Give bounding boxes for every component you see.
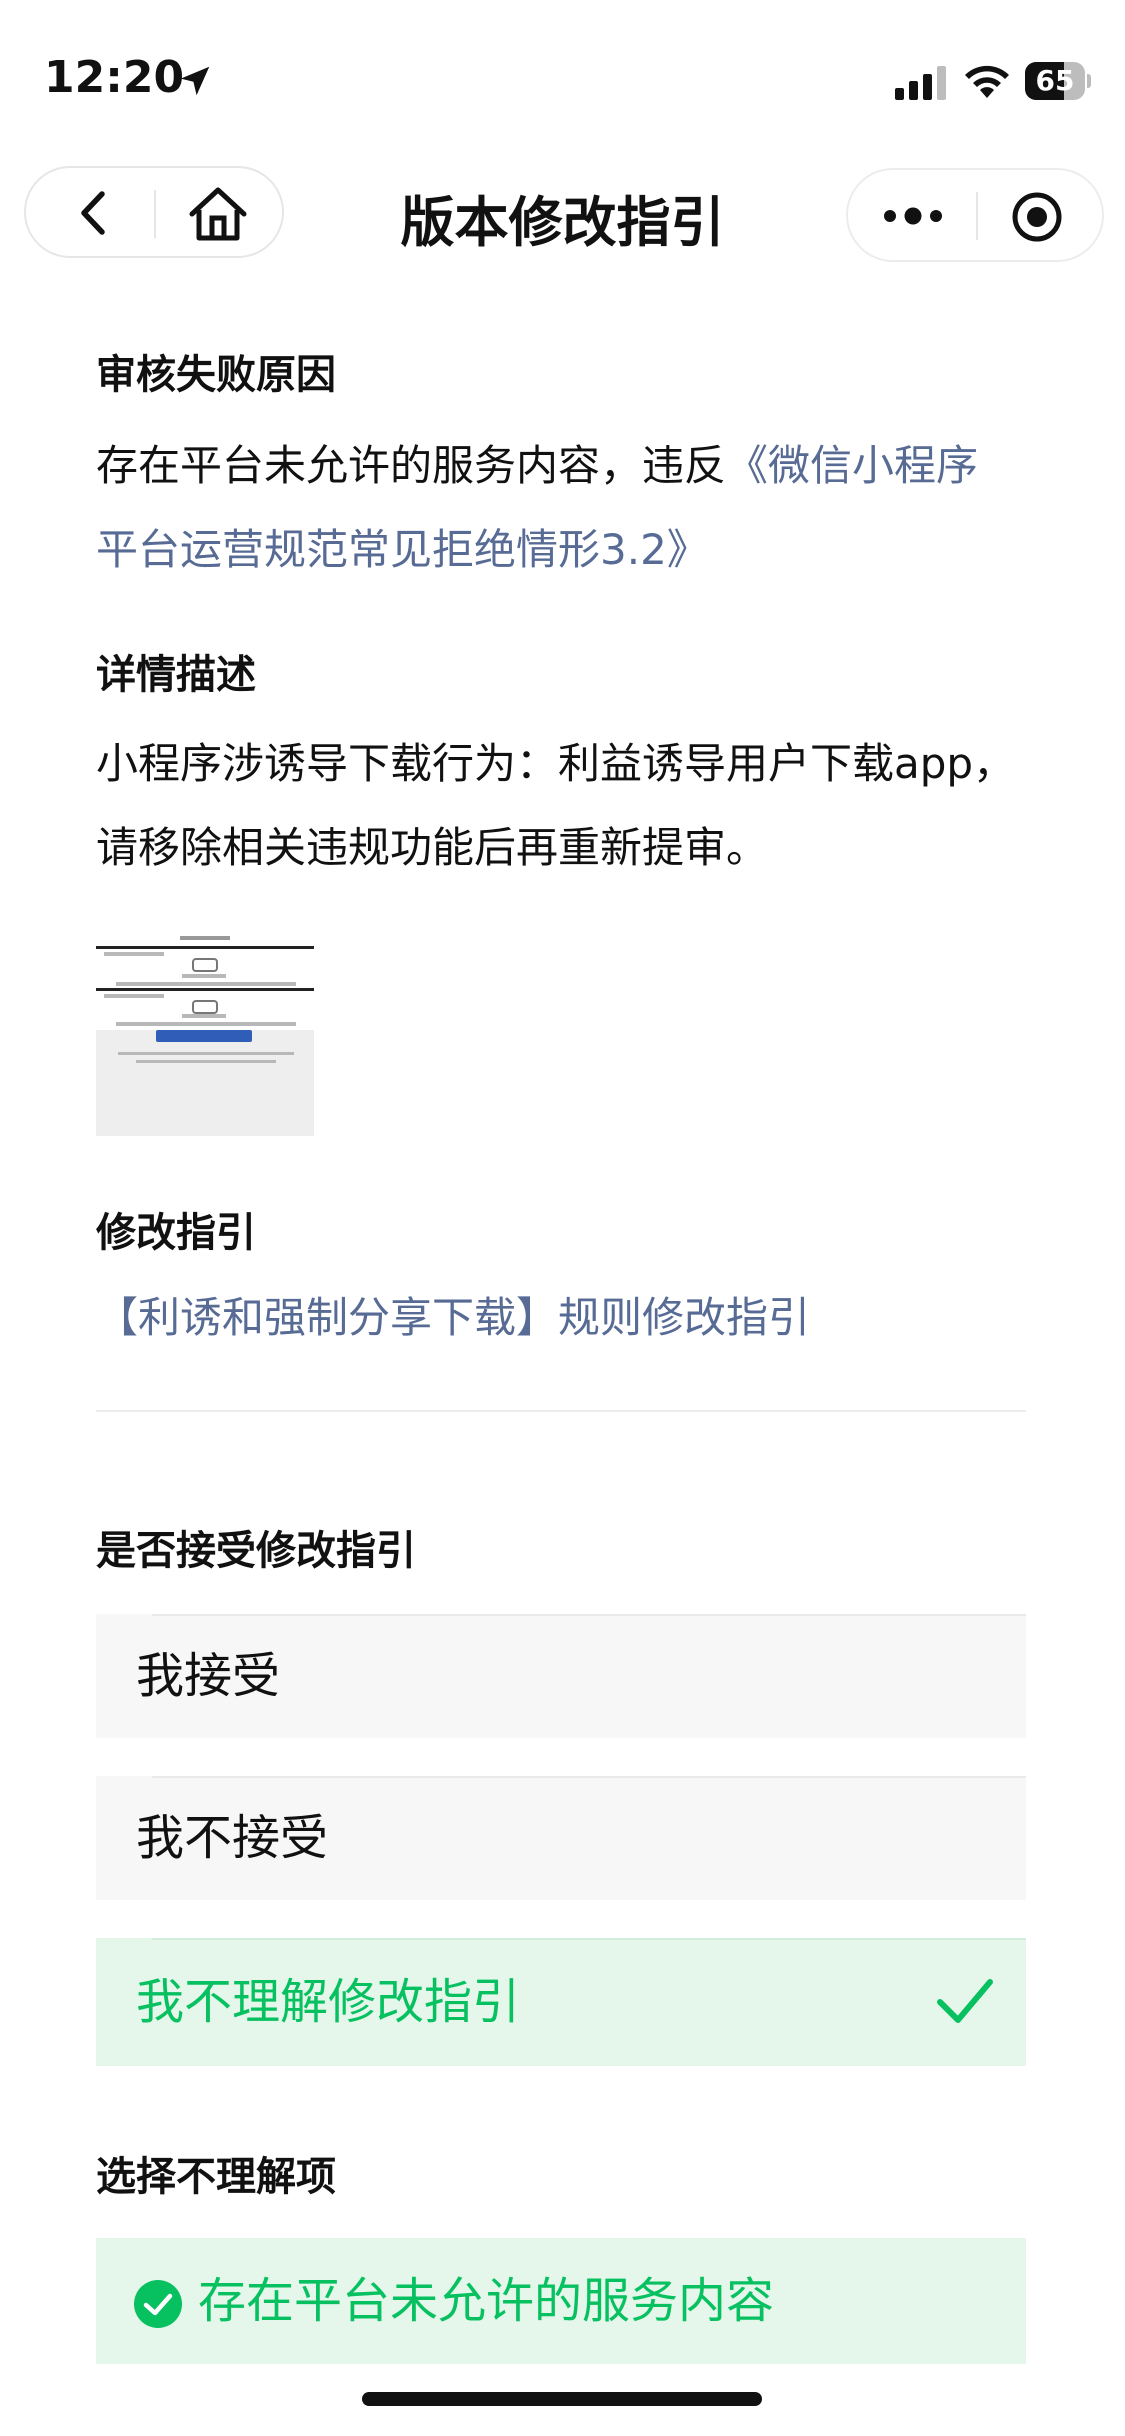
- home-indicator: [362, 2392, 762, 2406]
- option-label: 我接受: [136, 1648, 281, 1704]
- detail-text-line2: 请移除相关违规功能后再重新提审。: [96, 823, 769, 872]
- evidence-screenshot-thumbnail[interactable]: [96, 930, 314, 1136]
- battery-indicator: 65: [1025, 62, 1091, 100]
- wifi-icon: [965, 65, 1009, 98]
- not-understand-item[interactable]: 存在平台未允许的服务内容: [96, 2238, 1026, 2364]
- reason-heading: 审核失败原因: [96, 352, 336, 398]
- rule-link-continued[interactable]: 平台运营规范常见拒绝情形3.2》: [96, 525, 709, 574]
- option-label: 我不接受: [136, 1810, 329, 1866]
- detail-text-line1: 小程序涉诱导下载行为：利益诱导用户下载app，: [96, 739, 1016, 788]
- location-arrow-icon: [180, 66, 210, 96]
- battery-percentage: 65: [1035, 64, 1075, 97]
- check-icon: [937, 1979, 993, 2023]
- check-circle-icon: [134, 2280, 182, 2328]
- record-icon[interactable]: [1010, 190, 1064, 244]
- cellular-signal-icon: [895, 66, 946, 100]
- accept-heading: 是否接受修改指引: [96, 1528, 416, 1574]
- guide-link-text[interactable]: 【利诱和强制分享下载】规则修改指引: [96, 1293, 810, 1342]
- reason-text-plain: 存在平台未允许的服务内容，违反: [96, 441, 727, 490]
- not-understand-item-label: 存在平台未允许的服务内容: [198, 2273, 775, 2329]
- option-not-understand[interactable]: 我不理解修改指引: [96, 1938, 1026, 2066]
- detail-heading: 详情描述: [96, 652, 256, 698]
- not-understand-heading: 选择不理解项: [96, 2154, 336, 2200]
- reason-text: 存在平台未允许的服务内容，违反《微信小程序 平台运营规范常见拒绝情形3.2》: [96, 424, 1036, 592]
- divider: [96, 1410, 1026, 1412]
- option-accept[interactable]: 我接受: [96, 1614, 1026, 1738]
- status-time: 12:20: [44, 52, 185, 103]
- guide-heading: 修改指引: [96, 1210, 256, 1256]
- rule-link[interactable]: 《微信小程序: [726, 441, 978, 490]
- option-label: 我不理解修改指引: [136, 1974, 521, 2030]
- more-icon[interactable]: [880, 196, 946, 236]
- detail-text: 小程序涉诱导下载行为：利益诱导用户下载app， 请移除相关违规功能后再重新提审。: [96, 722, 1036, 890]
- guide-link[interactable]: 【利诱和强制分享下载】规则修改指引: [96, 1276, 1036, 1360]
- nav-right-capsule: [846, 168, 1104, 262]
- option-reject[interactable]: 我不接受: [96, 1776, 1026, 1900]
